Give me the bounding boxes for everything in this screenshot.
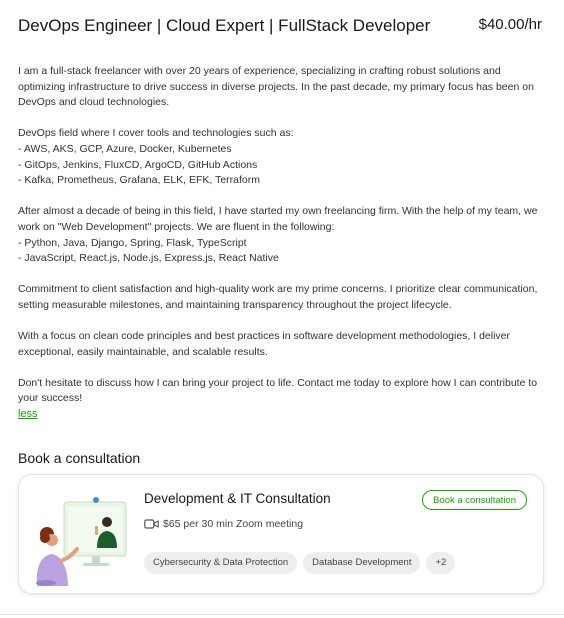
bottom-divider — [0, 614, 564, 615]
video-camera-icon — [144, 519, 159, 529]
bio-text: I am a full-stack freelancer with over 2… — [18, 64, 548, 423]
bio-line: - JavaScript, React.js, Node.js, Express… — [18, 252, 279, 265]
bio-line: - Python, Java, Django, Spring, Flask, T… — [18, 236, 247, 249]
skill-tag[interactable]: +2 — [426, 552, 456, 574]
bio-paragraph: With a focus on clean code principles an… — [18, 329, 548, 360]
hourly-rate: $40.00/hr — [478, 16, 542, 33]
bio-line: - Kafka, Prometheus, Grafana, ELK, EFK, … — [18, 174, 260, 187]
bio-line: DevOps field where I cover tools and tec… — [18, 127, 294, 140]
book-consultation-button[interactable]: Book a consultation — [422, 490, 527, 510]
skill-tag[interactable]: Database Development — [303, 552, 421, 574]
bio-line: Don't hesitate to discuss how I can brin… — [18, 376, 538, 405]
show-less-link[interactable]: less — [18, 408, 38, 420]
bio-line: Commitment to client satisfaction and hi… — [18, 283, 538, 311]
profile-title: DevOps Engineer | Cloud Expert | FullSta… — [18, 16, 431, 35]
consultation-card[interactable]: Development & IT Consultation Book a con… — [18, 474, 544, 594]
consultation-card-title: Development & IT Consultation — [144, 491, 331, 506]
bio-paragraph: DevOps field where I cover tools and tec… — [18, 126, 548, 188]
bio-paragraph: After almost a decade of being in this f… — [18, 204, 548, 266]
consultation-price-row: $65 per 30 min Zoom meeting — [144, 518, 303, 530]
consultation-tags: Cybersecurity & Data Protection Database … — [144, 552, 456, 574]
bio-line: With a focus on clean code principles an… — [18, 330, 511, 358]
bio-paragraph: I am a full-stack freelancer with over 2… — [18, 64, 548, 111]
bio-line: After almost a decade of being in this f… — [18, 205, 538, 233]
consultation-section-title: Book a consultation — [18, 450, 141, 466]
bio-line: I am a full-stack freelancer with over 2… — [18, 65, 534, 109]
skill-tag[interactable]: Cybersecurity & Data Protection — [144, 552, 298, 574]
consultation-price: $65 per 30 min Zoom meeting — [163, 518, 304, 530]
bio-line: - GitOps, Jenkins, FluxCD, ArgoCD, GitHu… — [18, 158, 258, 171]
consultation-illustration — [36, 497, 127, 586]
bio-paragraph: Don't hesitate to discuss how I can brin… — [18, 376, 548, 407]
bio-line: - AWS, AKS, GCP, Azure, Docker, Kubernet… — [18, 142, 232, 155]
bio-paragraph: Commitment to client satisfaction and hi… — [18, 282, 548, 313]
